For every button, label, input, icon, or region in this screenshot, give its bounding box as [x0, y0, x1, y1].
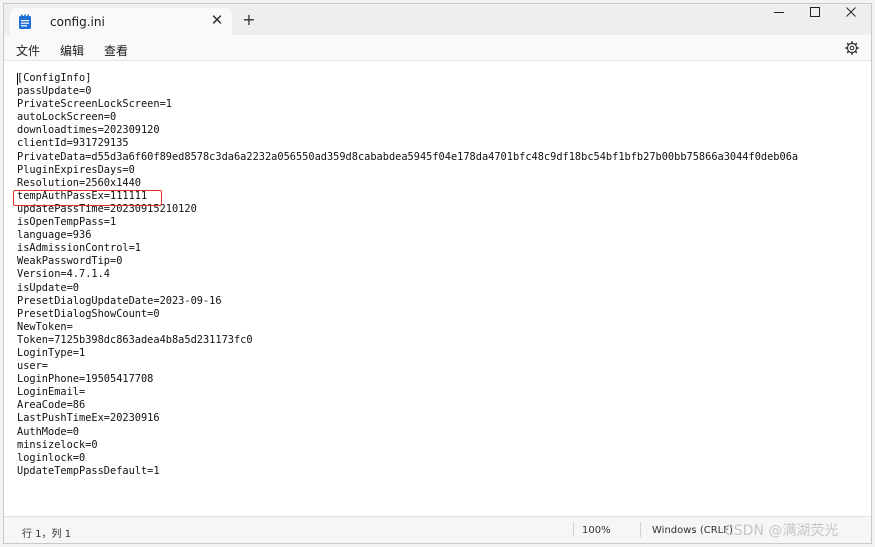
text-caret	[17, 73, 18, 85]
editor-line: isOpenTempPass=1	[17, 216, 117, 229]
text-editor[interactable]: [ConfigInfo] passUpdate=0 PrivateScreenLoc…	[4, 60, 871, 519]
editor-line: LoginEmail=	[17, 386, 86, 399]
status-divider	[640, 522, 641, 537]
title-bar[interactable]: config.ini ✕ +	[4, 4, 871, 35]
close-icon	[846, 7, 856, 17]
editor-line: PrivateScreenLockScreen=1	[17, 98, 172, 111]
editor-line: downloadtimes=202309120	[17, 124, 160, 137]
editor-line: language=936	[17, 229, 92, 242]
editor-line: passUpdate=0	[17, 85, 92, 98]
zoom-level[interactable]: 100%	[582, 525, 611, 536]
maximize-button[interactable]	[798, 4, 832, 28]
editor-line: PluginExpiresDays=0	[17, 163, 135, 176]
editor-line: loginlock=0	[17, 451, 86, 464]
editor-line: PresetDialogUpdateDate=2023-09-16	[17, 294, 222, 307]
editor-line: autoLockScreen=0	[17, 111, 117, 124]
editor-line: user=	[17, 360, 48, 373]
editor-line: NewToken=	[17, 320, 73, 333]
menu-view[interactable]: 查看	[104, 42, 128, 59]
editor-line: Version=4.7.1.4	[17, 268, 110, 281]
editor-line: WeakPasswordTip=0	[17, 255, 123, 268]
editor-line: LoginType=1	[17, 346, 86, 359]
editor-line: isAdmissionControl=1	[17, 242, 141, 255]
notepad-icon	[19, 14, 31, 29]
notepad-window: config.ini ✕ + 文件 编辑 查看 [ConfigInfo] pas…	[3, 3, 872, 544]
editor-line: [ConfigInfo]	[17, 72, 92, 84]
status-bar: 行 1，列 1 100% Windows (CRLF) CSDN @满湖荧光	[4, 516, 871, 543]
maximize-icon	[810, 7, 820, 17]
cursor-position: 行 1，列 1	[22, 529, 72, 540]
editor-lines: [ConfigInfo] passUpdate=0 PrivateScreenLoc…	[17, 72, 798, 478]
tab-title: config.ini	[50, 15, 105, 29]
editor-line: LastPushTimeEx=20230916	[17, 412, 160, 425]
editor-line: PrivateData=d55d3a6f60f89ed8578c3da6a223…	[17, 150, 799, 163]
menu-bar: 文件 编辑 查看	[4, 35, 871, 60]
menu-file[interactable]: 文件	[16, 42, 40, 59]
close-button[interactable]	[834, 4, 868, 28]
editor-line: AreaCode=86	[17, 399, 86, 412]
gear-icon[interactable]	[845, 41, 859, 55]
editor-line: minsizelock=0	[17, 438, 98, 451]
editor-line: isUpdate=0	[17, 281, 79, 294]
tab-config-ini[interactable]: config.ini ✕	[10, 8, 232, 35]
menu-edit[interactable]: 编辑	[60, 42, 84, 59]
editor-line: PresetDialogShowCount=0	[17, 307, 160, 320]
line-ending[interactable]: Windows (CRLF)	[652, 525, 733, 536]
highlight-annotation-box	[13, 190, 162, 206]
minimize-icon	[774, 12, 784, 13]
editor-line: Resolution=2560x1440	[17, 176, 141, 189]
editor-line: Token=7125b398dc863adea4b8a5d231173fc0	[17, 333, 253, 346]
status-divider	[573, 522, 574, 537]
editor-line: UpdateTempPassDefault=1	[17, 464, 160, 477]
watermark: CSDN @满湖荧光	[724, 523, 839, 539]
minimize-button[interactable]	[762, 4, 796, 28]
new-tab-button[interactable]: +	[241, 12, 257, 28]
editor-line: AuthMode=0	[17, 425, 79, 438]
editor-line: clientId=931729135	[17, 137, 129, 150]
tab-close-icon[interactable]: ✕	[209, 12, 225, 28]
editor-line: LoginPhone=19505417708	[17, 373, 154, 386]
